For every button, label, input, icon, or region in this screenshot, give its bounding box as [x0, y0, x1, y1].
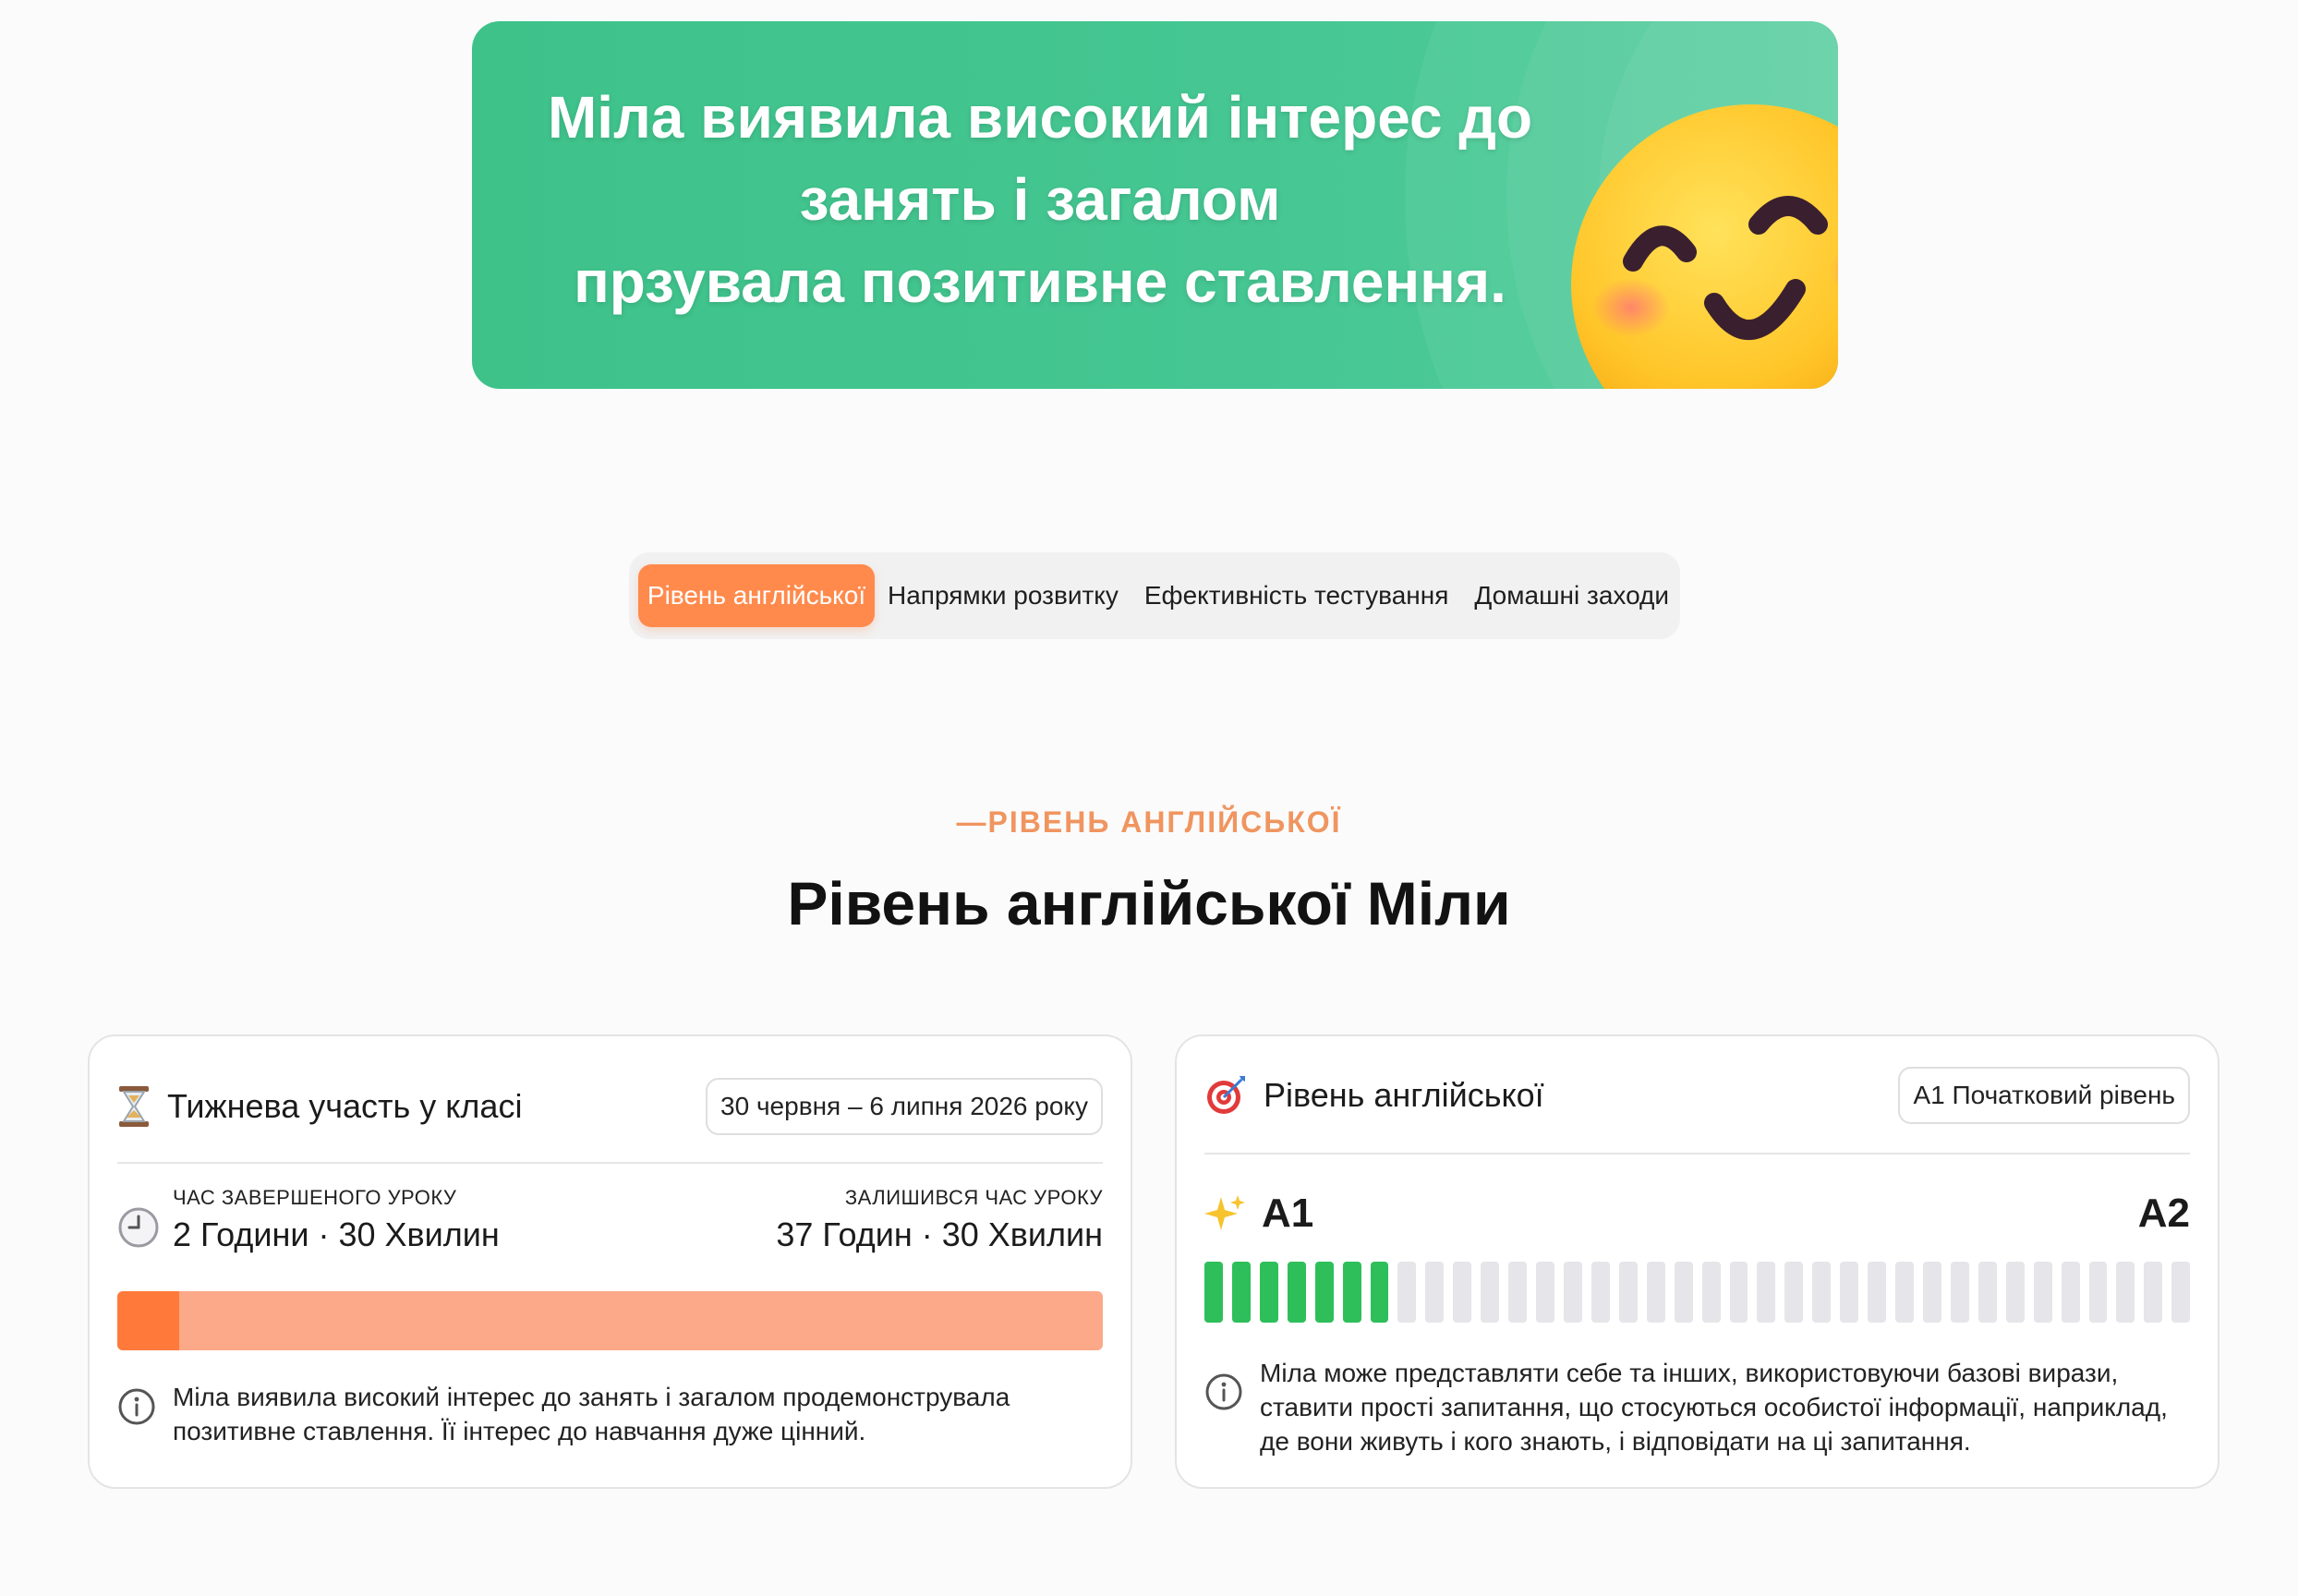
english-level-title-text: Рівень англійської [1264, 1076, 1544, 1114]
tab-development-directions[interactable]: Напрямки розвитку [875, 564, 1131, 627]
level-segment-empty [2033, 1262, 2052, 1323]
level-segment-empty [2061, 1262, 2080, 1323]
level-segment-empty [2144, 1262, 2163, 1323]
level-segment-empty [1895, 1262, 1914, 1323]
banner-line: прзувала позитивне ставлення. [574, 248, 1506, 315]
level-badge: A1 Початковий рівень [1898, 1067, 2190, 1124]
level-segment-empty [1481, 1262, 1500, 1323]
level-segment-empty [1590, 1262, 1610, 1323]
banner-line: занять і загалом [799, 166, 1281, 233]
level-segment-empty [1784, 1262, 1804, 1323]
current-level-text: A1 [1262, 1191, 1314, 1236]
current-level: A1 [1204, 1191, 1313, 1237]
sparkles-icon [1204, 1195, 1245, 1230]
participation-card-header: Тижнева участь у класі 30 червня – 6 лип… [117, 1077, 1103, 1136]
remaining-time-label: ЗАЛИШИВСЯ ЧАС УРОКУ [844, 1186, 1103, 1209]
level-segment-empty [1977, 1262, 1997, 1323]
english-level-card: Рівень англійської A1 Початковий рівень … [1175, 1034, 2219, 1489]
level-segment-empty [2171, 1262, 2191, 1323]
level-segment-empty [2005, 1262, 2025, 1323]
english-level-note-text: Міла може представляти себе та інших, ви… [1260, 1359, 2168, 1456]
completed-time-label: ЧАС ЗАВЕРШЕНОГО УРОКУ [173, 1186, 457, 1209]
clock-icon [118, 1207, 159, 1248]
tab-testing-efficiency[interactable]: Ефективність тестування [1131, 564, 1462, 627]
level-segment-empty [1701, 1262, 1721, 1323]
banner-message: Міла виявила високий інтерес до занять і… [509, 77, 1571, 323]
level-segment-filled [1314, 1262, 1334, 1323]
completed-time-value: 2 Години · 30 Хвилин [173, 1215, 500, 1253]
level-segment-filled [1231, 1262, 1251, 1323]
level-range-row: A1 A2 [1204, 1186, 2190, 1241]
participation-card: Тижнева участь у класі 30 червня – 6 лип… [88, 1034, 1132, 1489]
card-divider [1204, 1153, 2190, 1155]
section-eyebrow: —РІВЕНЬ АНГЛІЙСЬКОЇ [956, 805, 1342, 839]
level-segment-empty [1397, 1262, 1417, 1323]
section-tabs: Рівень англійської Напрямки розвитку Ефе… [629, 552, 1680, 639]
info-icon [1205, 1373, 1242, 1410]
level-segment-empty [1950, 1262, 1969, 1323]
card-divider [117, 1162, 1103, 1164]
level-segment-empty [1453, 1262, 1472, 1323]
level-segment-empty [1757, 1262, 1776, 1323]
level-segment-empty [1868, 1262, 1887, 1323]
banner-line: Міла виявила високий інтерес до [547, 84, 1533, 151]
english-level-card-title: Рівень англійської [1204, 1074, 1544, 1117]
level-segment-empty [1646, 1262, 1665, 1323]
lesson-progress-bar [117, 1291, 1103, 1350]
level-segment-empty [2088, 1262, 2108, 1323]
level-segment-filled [1287, 1262, 1306, 1323]
level-progress-segments [1204, 1262, 2191, 1323]
section-title: Рівень англійської Міли [787, 869, 1511, 937]
participation-note: Міла виявила високий інтерес до занять і… [117, 1380, 1103, 1448]
level-segment-filled [1204, 1262, 1223, 1323]
summary-banner: Міла виявила високий інтерес до занять і… [472, 21, 1838, 389]
level-segment-empty [1674, 1262, 1693, 1323]
remaining-time: ЗАЛИШИВСЯ ЧАС УРОКУ 37 Годин · 30 Хвилин [776, 1186, 1103, 1254]
level-segment-empty [1618, 1262, 1638, 1323]
lesson-time-row: ЧАС ЗАВЕРШЕНОГО УРОКУ 2 Години · 30 Хвил… [117, 1186, 1103, 1260]
level-segment-filled [1342, 1262, 1361, 1323]
participation-note-text: Міла виявила високий інтерес до занять і… [173, 1383, 1010, 1445]
tab-english-level[interactable]: Рівень англійської [638, 564, 875, 627]
next-level-text: A2 [2137, 1191, 2190, 1236]
level-segment-filled [1259, 1262, 1278, 1323]
level-segment-empty [1812, 1262, 1832, 1323]
level-segment-empty [1536, 1262, 1554, 1323]
lesson-progress-fill [117, 1291, 179, 1350]
smiley-emoji-icon [1571, 104, 1838, 389]
remaining-time-value: 37 Годин · 30 Хвилин [776, 1215, 1103, 1253]
level-segment-filled [1370, 1262, 1389, 1323]
level-segment-empty [1729, 1262, 1748, 1323]
tab-home-activities[interactable]: Домашні заходи [1461, 564, 1682, 627]
participation-title-text: Тижнева участь у класі [167, 1087, 523, 1125]
info-icon [118, 1388, 155, 1425]
english-level-note: Міла може представляти себе та інших, ви… [1204, 1356, 2190, 1458]
level-segment-empty [1922, 1262, 1941, 1323]
level-segment-empty [1425, 1262, 1445, 1323]
english-level-card-header: Рівень англійської A1 Початковий рівень [1204, 1066, 2190, 1125]
completed-time: ЧАС ЗАВЕРШЕНОГО УРОКУ 2 Години · 30 Хвил… [173, 1186, 500, 1254]
date-range-badge: 30 червня – 6 липня 2026 року [706, 1078, 1103, 1135]
target-icon [1207, 1076, 1245, 1114]
participation-card-title: Тижнева участь у класі [117, 1084, 522, 1129]
level-segment-empty [1840, 1262, 1859, 1323]
level-segment-empty [2116, 1262, 2135, 1323]
level-segment-empty [1508, 1262, 1528, 1323]
hourglass-icon [119, 1086, 149, 1127]
level-segment-empty [1563, 1262, 1582, 1323]
